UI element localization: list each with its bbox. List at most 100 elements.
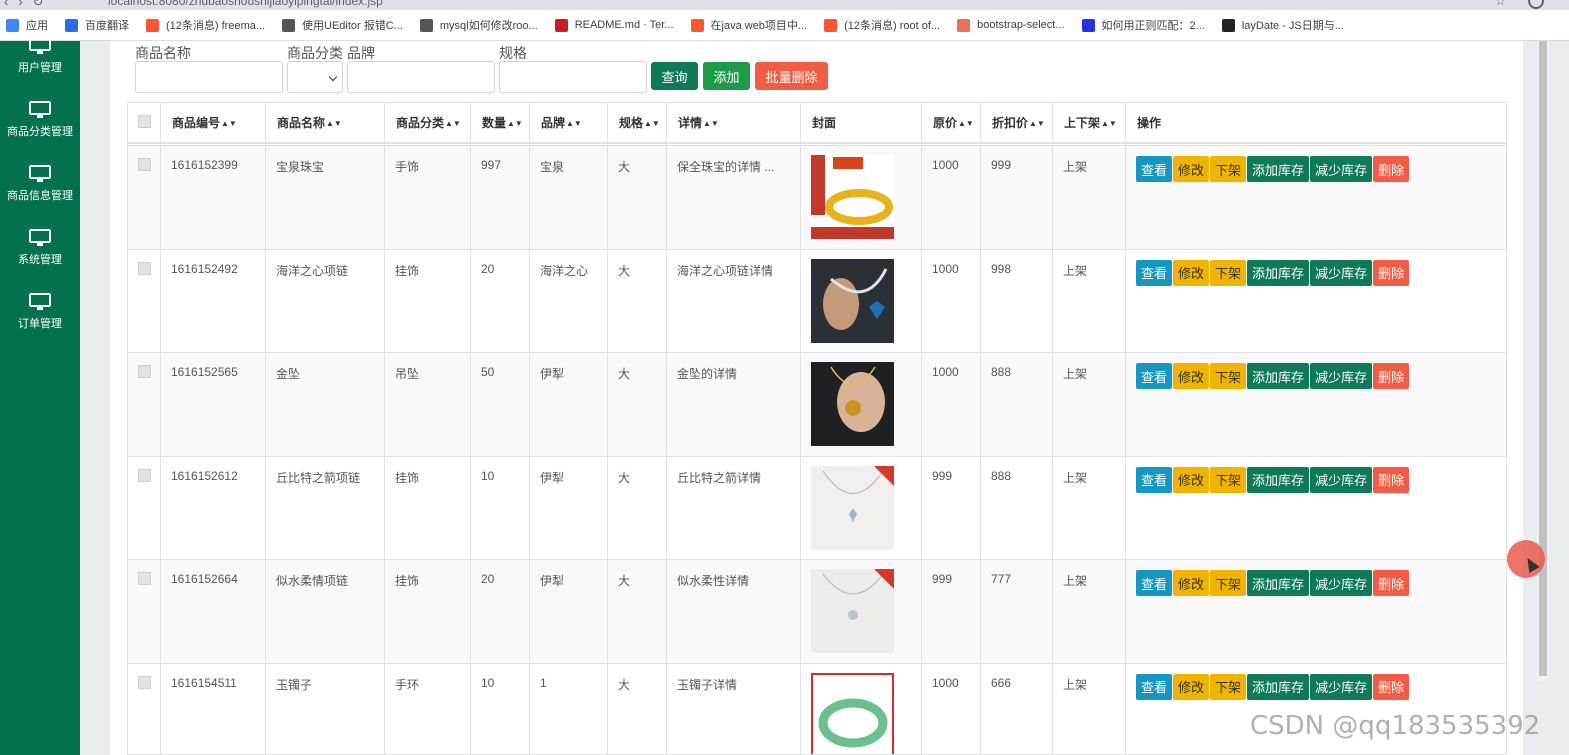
delete-button[interactable]: 删除 xyxy=(1373,466,1410,493)
edit-button[interactable]: 修改 xyxy=(1173,673,1210,700)
edit-button[interactable]: 修改 xyxy=(1173,156,1210,182)
delete-button[interactable]: 删除 xyxy=(1373,259,1410,286)
row-checkbox[interactable] xyxy=(138,572,151,585)
batch-delete-button[interactable]: 批量删除 xyxy=(755,62,828,90)
add-stock-button[interactable]: 添加库存 xyxy=(1247,156,1310,182)
row-checkbox[interactable] xyxy=(138,365,151,378)
bookmark-label: 百度翻译 xyxy=(85,20,129,32)
bookmark-item[interactable]: mysql如何修改roo... xyxy=(419,17,538,33)
monitor-icon xyxy=(29,101,51,119)
edit-button[interactable]: 修改 xyxy=(1173,363,1210,389)
csdn-icon xyxy=(146,18,159,32)
bookmark-star-icon[interactable]: ☆ xyxy=(1495,0,1506,8)
apps-grid-icon xyxy=(6,18,19,32)
take-off-shelf-button[interactable]: 下架 xyxy=(1210,570,1247,596)
header-qty[interactable]: 数量▲▼ xyxy=(471,103,530,144)
bookmark-item[interactable]: 百度翻译 xyxy=(65,17,129,33)
profile-icon[interactable] xyxy=(1528,0,1544,9)
reduce-stock-button[interactable]: 减少库存 xyxy=(1310,466,1373,493)
delete-button[interactable]: 删除 xyxy=(1373,570,1410,596)
add-stock-button[interactable]: 添加库存 xyxy=(1247,466,1310,493)
take-off-shelf-button[interactable]: 下架 xyxy=(1210,259,1247,286)
view-button[interactable]: 查看 xyxy=(1136,259,1173,286)
product-table: 商品编号▲▼ 商品名称▲▼ 商品分类▲▼ 数量▲▼ 品牌▲▼ 规格▲▼ 详情▲▼… xyxy=(127,102,1507,755)
header-id[interactable]: 商品编号▲▼ xyxy=(161,103,266,144)
add-stock-button[interactable]: 添加库存 xyxy=(1247,673,1310,700)
bookmark-item[interactable]: 在java web项目中... xyxy=(690,17,807,33)
header-detail[interactable]: 详情▲▼ xyxy=(667,103,801,144)
view-button[interactable]: 查看 xyxy=(1136,156,1173,182)
reduce-stock-button[interactable]: 减少库存 xyxy=(1310,156,1373,182)
jianshu-icon xyxy=(957,18,971,32)
select-all-checkbox[interactable] xyxy=(138,115,151,128)
edit-button[interactable]: 修改 xyxy=(1173,466,1210,493)
reduce-stock-button[interactable]: 减少库存 xyxy=(1310,363,1373,389)
cell-category: 挂饰 xyxy=(385,560,471,664)
reduce-stock-button[interactable]: 减少库存 xyxy=(1310,259,1373,286)
scrollbar-thumb[interactable] xyxy=(1539,41,1547,676)
row-checkbox[interactable] xyxy=(138,468,151,482)
cell-cover xyxy=(801,663,922,754)
bookmark-item[interactable]: 使用UEditor 报错C... xyxy=(282,17,403,33)
bookmark-item[interactable]: 应用 xyxy=(6,17,48,33)
bookmark-item[interactable]: 如何用正则匹配：2... xyxy=(1081,17,1205,33)
view-button[interactable]: 查看 xyxy=(1136,570,1173,596)
add-stock-button[interactable]: 添加库存 xyxy=(1247,259,1310,286)
header-price[interactable]: 原价▲▼ xyxy=(922,103,981,144)
header-brand[interactable]: 品牌▲▼ xyxy=(530,103,608,144)
edit-button[interactable]: 修改 xyxy=(1173,570,1210,596)
header-discount[interactable]: 折扣价▲▼ xyxy=(981,103,1053,144)
sidebar-item-category[interactable]: 商品分类管理 xyxy=(0,101,80,157)
category-filter-select[interactable] xyxy=(287,61,343,93)
bookmark-label: 如何用正则匹配：2... xyxy=(1101,20,1205,32)
delete-button[interactable]: 删除 xyxy=(1373,363,1410,389)
sidebar-item-products[interactable]: 商品信息管理 xyxy=(0,165,80,221)
take-off-shelf-button[interactable]: 下架 xyxy=(1210,156,1247,182)
take-off-shelf-button[interactable]: 下架 xyxy=(1210,673,1247,700)
add-button[interactable]: 添加 xyxy=(703,62,750,90)
edit-button[interactable]: 修改 xyxy=(1173,259,1210,286)
query-button[interactable]: 查询 xyxy=(651,62,698,90)
bookmark-item[interactable]: bootstrap-select... xyxy=(957,18,1065,32)
bookmark-item[interactable]: (12条消息) freema... xyxy=(146,17,265,33)
cell-price: 999 xyxy=(922,456,981,561)
cell-spec: 大 xyxy=(608,456,667,561)
bookmark-label: mysql如何修改roo... xyxy=(439,20,538,32)
reduce-stock-button[interactable]: 减少库存 xyxy=(1310,673,1373,700)
delete-button[interactable]: 删除 xyxy=(1373,156,1410,182)
bookmark-item[interactable]: (12条消息) root of... xyxy=(824,17,940,33)
add-stock-button[interactable]: 添加库存 xyxy=(1247,363,1310,389)
sidebar-item-system[interactable]: 系统管理 xyxy=(0,229,80,285)
bookmark-label: (12条消息) freema... xyxy=(166,20,266,32)
checkbox-cell xyxy=(128,353,161,457)
name-filter-input[interactable] xyxy=(135,61,283,93)
header-category[interactable]: 商品分类▲▼ xyxy=(385,103,471,144)
brand-filter-input[interactable] xyxy=(347,61,495,93)
sidebar-item-orders[interactable]: 订单管理 xyxy=(0,293,80,349)
row-checkbox[interactable] xyxy=(138,158,151,171)
bookmarks-bar: 应用 百度翻译 (12条消息) freema... 使用UEditor 报错C... m… xyxy=(0,10,1569,41)
header-status[interactable]: 上下架▲▼ xyxy=(1053,103,1126,144)
bookmark-item[interactable]: README.md · Ter... xyxy=(554,18,674,32)
view-button[interactable]: 查看 xyxy=(1136,673,1173,700)
cell-id: 1616154511 xyxy=(161,663,266,754)
brand-filter-label: 品牌 xyxy=(347,45,375,61)
cell-detail: 海洋之心项链详情 xyxy=(667,249,801,354)
spec-filter-input[interactable] xyxy=(499,61,647,93)
take-off-shelf-button[interactable]: 下架 xyxy=(1210,466,1247,493)
browser-nav-arrows-icon[interactable]: ‹›↻ xyxy=(4,0,54,10)
view-button[interactable]: 查看 xyxy=(1136,363,1173,389)
add-stock-button[interactable]: 添加库存 xyxy=(1247,570,1310,596)
view-button[interactable]: 查看 xyxy=(1136,466,1173,493)
header-spec[interactable]: 规格▲▼ xyxy=(608,103,667,144)
sidebar-item-users[interactable]: 用户管理 xyxy=(0,37,80,93)
sidebar-item-label: 商品信息管理 xyxy=(7,190,73,202)
reduce-stock-button[interactable]: 减少库存 xyxy=(1310,570,1373,596)
bookmark-item[interactable]: layDate - JS日期与... xyxy=(1221,17,1344,33)
take-off-shelf-button[interactable]: 下架 xyxy=(1210,363,1247,389)
address-url[interactable]: localhost:8080/zhubaoshoushijiaoyipingta… xyxy=(108,0,383,8)
row-checkbox[interactable] xyxy=(138,675,151,689)
header-name[interactable]: 商品名称▲▼ xyxy=(266,103,385,144)
row-checkbox[interactable] xyxy=(138,261,151,275)
delete-button[interactable]: 删除 xyxy=(1373,673,1410,700)
